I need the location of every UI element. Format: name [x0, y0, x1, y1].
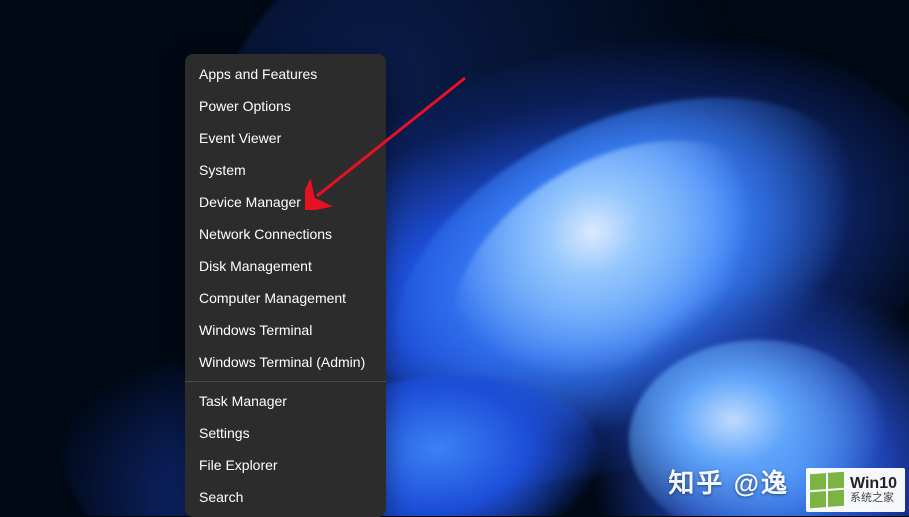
menu-item-device-manager[interactable]: Device Manager — [185, 186, 386, 218]
desktop-wallpaper — [0, 0, 909, 516]
menu-separator — [185, 381, 386, 382]
menu-item-computer-management[interactable]: Computer Management — [185, 282, 386, 314]
menu-item-network-connections[interactable]: Network Connections — [185, 218, 386, 250]
winx-context-menu: Apps and Features Power Options Event Vi… — [185, 54, 386, 517]
menu-item-file-explorer[interactable]: File Explorer — [185, 449, 386, 481]
watermark-title: Win10 — [850, 476, 897, 493]
menu-item-event-viewer[interactable]: Event Viewer — [185, 122, 386, 154]
menu-item-windows-terminal[interactable]: Windows Terminal — [185, 314, 386, 346]
menu-item-windows-terminal-admin[interactable]: Windows Terminal (Admin) — [185, 346, 386, 378]
menu-item-system[interactable]: System — [185, 154, 386, 186]
menu-item-power-options[interactable]: Power Options — [185, 90, 386, 122]
menu-item-apps-and-features[interactable]: Apps and Features — [185, 58, 386, 90]
menu-item-search[interactable]: Search — [185, 481, 386, 513]
menu-item-task-manager[interactable]: Task Manager — [185, 385, 386, 417]
menu-item-disk-management[interactable]: Disk Management — [185, 250, 386, 282]
menu-item-settings[interactable]: Settings — [185, 417, 386, 449]
watermark-subtitle: 系统之家 — [850, 493, 897, 505]
win10-logo-icon — [810, 472, 844, 508]
watermark-win10: Win10 系统之家 — [806, 468, 905, 512]
watermark-zhihu: 知乎 @逸 — [668, 463, 789, 500]
